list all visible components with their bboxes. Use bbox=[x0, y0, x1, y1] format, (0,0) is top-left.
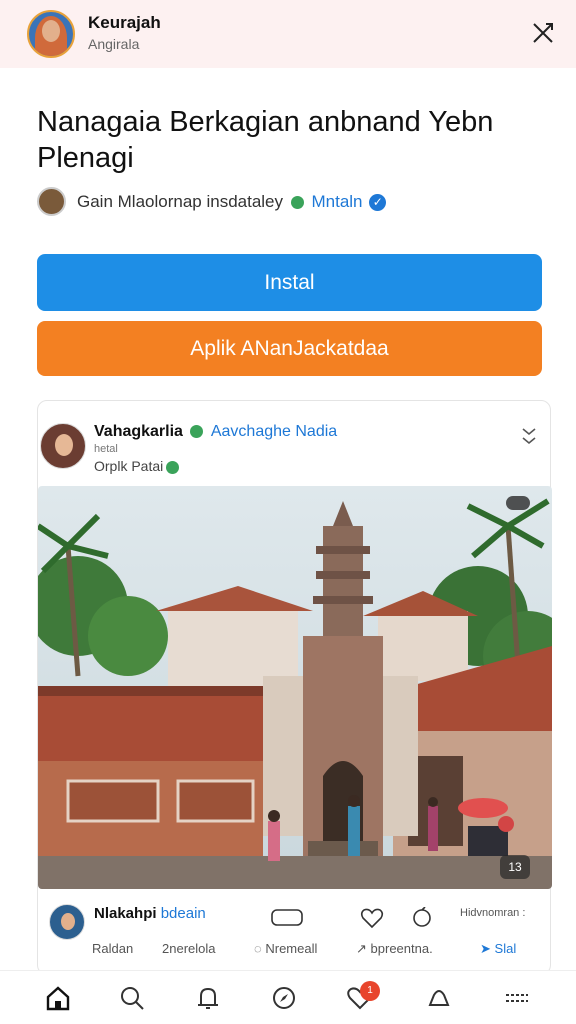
menu-icon[interactable] bbox=[502, 983, 532, 1013]
verified-icon: ✓ bbox=[369, 194, 387, 212]
profile-name: Keurajah bbox=[88, 13, 161, 32]
bottom-tab-bar: 1 bbox=[0, 970, 576, 1024]
notification-icon[interactable] bbox=[424, 983, 454, 1013]
page-title: Nanagaia Berkagian anbnand Yebn Plenagi bbox=[37, 106, 494, 174]
share-icon[interactable] bbox=[410, 906, 434, 929]
comment-icon[interactable] bbox=[270, 907, 303, 929]
commenter-name: Nlakahpi bdeain bbox=[94, 905, 206, 922]
bell-icon[interactable] bbox=[193, 983, 223, 1013]
comment-bar: Nlakahpi bdeain Hidvnomran : Raldan 2ner… bbox=[38, 901, 552, 971]
open-app-button[interactable]: Aplik ANanJackatdaa bbox=[37, 321, 542, 376]
post-card: Vahagkarlia Aavchaghe Nadia hetal Orplk … bbox=[37, 400, 552, 975]
profile-subtitle: Angirala bbox=[88, 36, 140, 52]
post-meta: hetal bbox=[94, 443, 118, 455]
post-author-tag[interactable]: Aavchaghe Nadia bbox=[211, 423, 337, 440]
reaction-icon: ↗ bbox=[356, 941, 367, 956]
stat-item[interactable]: ↗ bpreentna. bbox=[356, 941, 433, 957]
post-description: Orplk Patai bbox=[94, 458, 182, 474]
more-options[interactable]: Hidvnomran : bbox=[460, 907, 525, 919]
photo-counter: 13 bbox=[500, 855, 530, 879]
home-icon[interactable] bbox=[43, 983, 73, 1013]
stat-item[interactable]: 2nerelola bbox=[162, 941, 216, 956]
post-author: Vahagkarlia Aavchaghe Nadia bbox=[94, 423, 337, 441]
stat-item[interactable]: ◌ Nremeall bbox=[254, 941, 317, 956]
source-line: Gain Mlaolornap insdataley Mntaln ✓ bbox=[37, 187, 557, 217]
heart-icon[interactable] bbox=[360, 907, 384, 929]
post-author-name[interactable]: Vahagkarlia bbox=[94, 423, 183, 440]
check-icon bbox=[190, 425, 204, 439]
chevron-down-icon[interactable] bbox=[520, 425, 538, 447]
commenter-avatar[interactable] bbox=[49, 904, 85, 940]
top-bar: Keurajah Angirala bbox=[0, 0, 576, 68]
post-photo[interactable]: 13 bbox=[38, 486, 552, 889]
notification-badge: 1 bbox=[360, 981, 380, 1001]
check-icon bbox=[166, 460, 180, 474]
install-button[interactable]: Instal bbox=[37, 254, 542, 311]
more-dots-icon[interactable] bbox=[506, 496, 530, 510]
post-author-avatar[interactable] bbox=[40, 423, 86, 469]
source-name: Gain Mlaolornap insdataley bbox=[77, 192, 284, 211]
source-logo-icon bbox=[37, 187, 66, 216]
search-icon[interactable] bbox=[117, 983, 147, 1013]
stat-item[interactable]: Raldan bbox=[92, 941, 133, 956]
source-link[interactable]: Mntaln bbox=[311, 192, 362, 211]
check-icon bbox=[290, 196, 304, 210]
close-icon[interactable] bbox=[528, 18, 558, 48]
send-icon: ➤ bbox=[480, 941, 491, 956]
reply-icon: ◌ bbox=[254, 941, 262, 956]
compass-icon[interactable] bbox=[269, 983, 299, 1013]
share-link[interactable]: ➤ Slal bbox=[480, 941, 516, 957]
profile-avatar[interactable] bbox=[27, 10, 75, 58]
source-text: Gain Mlaolornap insdataley Mntaln ✓ bbox=[77, 192, 387, 212]
